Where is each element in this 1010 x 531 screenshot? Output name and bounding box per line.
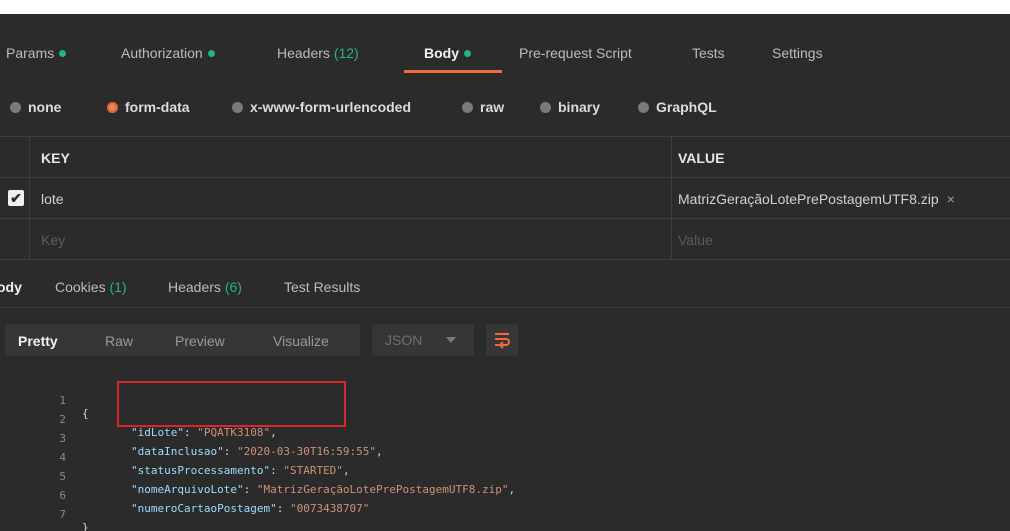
body-type-radio-group: none form-data x-www-form-urlencoded raw… [0, 96, 1010, 120]
radio-binary-label: binary [558, 99, 601, 115]
authorization-status-dot [207, 49, 215, 57]
code-line: 6 "numeroCartaoPostagem": "0073438707" [0, 476, 1010, 515]
row-enabled-checkbox[interactable]: ✔ [8, 190, 24, 206]
remove-file-icon[interactable]: × [947, 191, 955, 207]
tab-authorization-label: Authorization [121, 45, 203, 61]
radio-none[interactable]: none [10, 99, 61, 115]
close-brace: } [82, 521, 89, 531]
wrap-lines-button[interactable] [486, 324, 518, 356]
format-select-value: JSON [385, 332, 423, 348]
tab-test-results-label: Test Results [284, 279, 361, 295]
radio-none-label: none [28, 99, 62, 115]
row-value-file[interactable]: MatrizGeraçãoLotePrePostagemUTF8.zip × [678, 191, 955, 207]
column-divider [671, 137, 672, 177]
tab-headers[interactable]: Headers (12) [277, 45, 359, 61]
tab-authorization[interactable]: Authorization [121, 45, 215, 61]
code-line: 2 "idLote": "PQATK3108", [0, 400, 1010, 439]
view-preview-button[interactable]: Preview [175, 333, 225, 349]
radio-x-www-form-urlencoded[interactable]: x-www-form-urlencoded [232, 99, 411, 115]
radio-urlencoded-icon [232, 101, 243, 113]
new-key-input[interactable]: Key [41, 232, 65, 248]
tab-response-body[interactable]: ody [0, 279, 22, 295]
new-row-checkbox-cell [0, 219, 30, 259]
radio-form-data-icon [107, 101, 118, 113]
code-line: 5 "nomeArquivoLote": "MatrizGeraçãoLoteP… [0, 457, 1010, 496]
tab-response-headers[interactable]: Headers (6) [168, 279, 242, 295]
format-select[interactable]: JSON [372, 324, 474, 356]
table-header-row: KEY VALUE [0, 137, 1010, 178]
radio-form-data[interactable]: form-data [107, 99, 190, 115]
tab-params[interactable]: Params [6, 45, 67, 61]
tab-pre-request-script-label: Pre-request Script [519, 45, 632, 61]
radio-graphql[interactable]: GraphQL [638, 99, 717, 115]
column-divider [671, 219, 672, 259]
tab-response-body-label: ody [0, 279, 22, 295]
postman-request-panel: Params Authorization Headers (12) Body P… [0, 14, 1010, 531]
tab-cookies-label: Cookies [55, 279, 106, 295]
radio-raw-icon [462, 101, 473, 113]
tab-body[interactable]: Body [424, 45, 471, 61]
view-visualize-button[interactable]: Visualize [273, 333, 329, 349]
line-number: 7 [59, 508, 66, 521]
chevron-down-icon [446, 337, 456, 343]
wrap-lines-icon [495, 333, 510, 349]
tab-settings[interactable]: Settings [772, 45, 823, 61]
tab-tests[interactable]: Tests [692, 45, 725, 61]
tab-cookies[interactable]: Cookies (1) [55, 279, 127, 295]
tab-response-headers-count: (6) [224, 279, 242, 295]
header-checkbox-cell [0, 137, 30, 177]
key-column-header: KEY [41, 150, 70, 166]
radio-graphql-icon [638, 101, 649, 113]
radio-binary[interactable]: binary [540, 99, 600, 115]
radio-raw-label: raw [480, 99, 505, 115]
value-column-header: VALUE [678, 150, 725, 166]
tab-body-label: Body [424, 45, 459, 61]
body-status-dot [464, 49, 471, 57]
new-value-input[interactable]: Value [678, 232, 713, 248]
response-tabs: ody Cookies (1) Headers (6) Test Results [0, 266, 1010, 308]
row-checkbox-cell: ✔ [0, 178, 30, 218]
tab-pre-request-script[interactable]: Pre-request Script [519, 45, 632, 61]
tab-cookies-count: (1) [109, 279, 127, 295]
tab-headers-label: Headers [277, 45, 330, 61]
tab-params-label: Params [6, 45, 55, 61]
tab-headers-count: (12) [333, 45, 359, 61]
tab-tests-label: Tests [692, 45, 725, 61]
view-raw-button[interactable]: Raw [105, 333, 133, 349]
table-row: ✔ lote MatrizGeraçãoLotePrePostagemUTF8.… [0, 178, 1010, 219]
row-value-filename: MatrizGeraçãoLotePrePostagemUTF8.zip [678, 191, 939, 207]
code-line: 1 { [0, 381, 1010, 420]
tab-settings-label: Settings [772, 45, 823, 61]
row-key-field[interactable]: lote [41, 191, 64, 207]
form-data-table: KEY VALUE ✔ lote MatrizGeraçãoLotePrePos… [0, 136, 1010, 260]
radio-none-icon [10, 101, 21, 113]
code-line: 3 "dataInclusao": "2020-03-30T16:59:55", [0, 419, 1010, 458]
radio-urlencoded-label: x-www-form-urlencoded [250, 99, 412, 115]
column-divider [671, 178, 672, 218]
active-tab-underline [404, 70, 502, 73]
tab-response-headers-label: Headers [168, 279, 221, 295]
radio-raw[interactable]: raw [462, 99, 504, 115]
radio-form-data-label: form-data [125, 99, 190, 115]
radio-binary-icon [540, 101, 551, 113]
code-line: 7 } [0, 495, 1010, 531]
view-mode-group: Pretty Raw Preview Visualize [5, 324, 360, 356]
new-row: Key Value [0, 219, 1010, 260]
response-json-viewer[interactable]: 1 { 2 "idLote": "PQATK3108", 3 "dataIncl… [0, 379, 1010, 531]
tab-test-results[interactable]: Test Results [284, 279, 360, 295]
params-status-dot [59, 49, 67, 57]
view-pretty-button[interactable]: Pretty [18, 333, 58, 349]
code-line: 4 "statusProcessamento": "STARTED", [0, 438, 1010, 477]
radio-graphql-label: GraphQL [656, 99, 717, 115]
request-tabs: Params Authorization Headers (12) Body P… [0, 14, 1010, 76]
response-view-toolbar: Pretty Raw Preview Visualize JSON [0, 312, 1010, 368]
